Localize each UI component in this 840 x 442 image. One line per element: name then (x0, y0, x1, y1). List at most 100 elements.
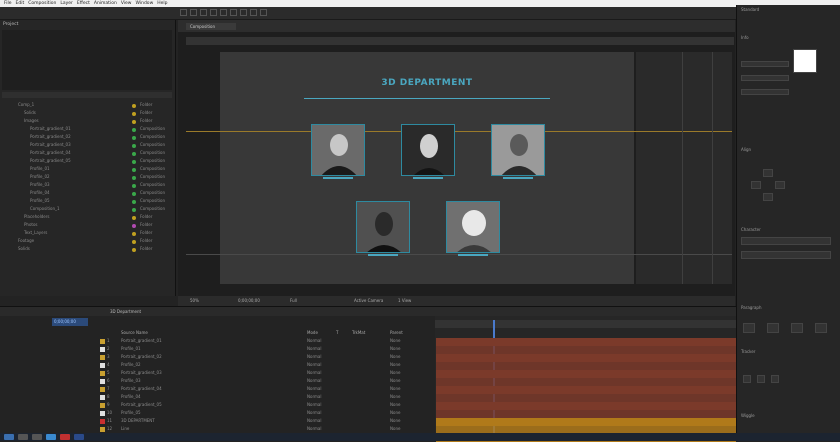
layer-mode-select[interactable]: Normal (307, 394, 321, 399)
layer-parent-select[interactable]: None (390, 370, 400, 375)
paragraph-justify-icon[interactable] (815, 323, 827, 333)
layer-name[interactable]: Portrait_gradient_03 (121, 370, 162, 375)
project-item[interactable]: Portrait_gradient_02 Composition (0, 134, 175, 141)
layer-row[interactable]: 6 Profile_03 Normal None (45, 378, 435, 386)
layer-parent-select[interactable]: None (390, 362, 400, 367)
zoom-select[interactable]: 50% (190, 298, 199, 303)
shape-tool-icon[interactable] (240, 9, 247, 16)
tab-composition[interactable]: Composition (186, 23, 236, 30)
project-item[interactable]: Profile_01 Composition (0, 166, 175, 173)
project-item[interactable]: Profile_05 Composition (0, 198, 175, 205)
layer-mode-select[interactable]: Normal (307, 378, 321, 383)
label-color-icon[interactable] (132, 144, 136, 148)
stabilize-icon[interactable] (757, 375, 765, 383)
color-swatch[interactable] (793, 49, 817, 73)
pen-tool-icon[interactable] (250, 9, 257, 16)
leading-field[interactable] (741, 89, 789, 95)
layer-label-color[interactable] (100, 339, 105, 344)
tracker-panel-label[interactable]: Tracker (741, 349, 755, 354)
layer-mode-select[interactable]: Normal (307, 362, 321, 367)
selection-tool-icon[interactable] (180, 9, 187, 16)
layer-label-color[interactable] (100, 427, 105, 432)
text-tool-icon[interactable] (260, 9, 267, 16)
start-icon[interactable] (4, 434, 14, 440)
project-item[interactable]: Portrait_gradient_01 Composition (0, 126, 175, 133)
project-item[interactable]: Comp_1 Folder (0, 102, 175, 109)
label-color-icon[interactable] (132, 208, 136, 212)
label-color-icon[interactable] (132, 160, 136, 164)
layer-row[interactable]: 3 Portrait_gradient_02 Normal None (45, 354, 435, 362)
project-item[interactable]: Portrait_gradient_04 Composition (0, 150, 175, 157)
label-color-icon[interactable] (132, 200, 136, 204)
menu-edit[interactable]: Edit (16, 1, 25, 6)
project-item[interactable]: Footage Folder (0, 238, 175, 245)
menu-view[interactable]: View (121, 1, 132, 6)
hand-tool-icon[interactable] (190, 9, 197, 16)
guide-vertical[interactable] (712, 52, 713, 284)
rotate-tool-icon[interactable] (210, 9, 217, 16)
layer-mode-select[interactable]: Normal (307, 418, 321, 423)
font-size-field[interactable] (741, 61, 789, 67)
layer-mode-select[interactable]: Normal (307, 346, 321, 351)
layer-label-color[interactable] (100, 347, 105, 352)
menu-composition[interactable]: Composition (28, 1, 56, 6)
layer-parent-select[interactable]: None (390, 354, 400, 359)
layer-label-color[interactable] (100, 363, 105, 368)
project-item[interactable]: Profile_04 Composition (0, 190, 175, 197)
layer-mode-select[interactable]: Normal (307, 370, 321, 375)
label-color-icon[interactable] (132, 136, 136, 140)
project-item[interactable]: Images Folder (0, 118, 175, 125)
layer-label-color[interactable] (100, 403, 105, 408)
layer-label-color[interactable] (100, 371, 105, 376)
label-color-icon[interactable] (132, 216, 136, 220)
current-time-display[interactable]: 0;00;00;00 (238, 298, 260, 303)
character-panel-label[interactable]: Character (741, 227, 761, 232)
column-mode[interactable]: Mode (307, 330, 318, 335)
layer-duration-bar[interactable] (436, 402, 736, 410)
layer-label-color[interactable] (100, 387, 105, 392)
portrait-photo-3[interactable] (491, 124, 545, 176)
portrait-photo-1[interactable] (311, 124, 365, 176)
layer-parent-select[interactable]: None (390, 394, 400, 399)
layer-duration-bar[interactable] (436, 418, 736, 426)
tracking-field[interactable] (741, 75, 789, 81)
layer-parent-select[interactable]: None (390, 386, 400, 391)
layer-parent-select[interactable]: None (390, 346, 400, 351)
layer-duration-bar[interactable] (436, 370, 736, 378)
layer-row[interactable]: 4 Profile_02 Normal None (45, 362, 435, 370)
tab-timeline[interactable]: 3D Department (110, 309, 141, 314)
column-parent[interactable]: Parent (390, 330, 403, 335)
layer-mode-select[interactable]: Normal (307, 386, 321, 391)
wiggle-panel-label[interactable]: Wiggle (741, 413, 755, 418)
project-item[interactable]: Portrait_gradient_03 Composition (0, 142, 175, 149)
label-color-icon[interactable] (132, 176, 136, 180)
label-color-icon[interactable] (132, 224, 136, 228)
project-item[interactable]: Placeholders Folder (0, 214, 175, 221)
layer-label-color[interactable] (100, 379, 105, 384)
camera-view-select[interactable]: Active Camera (354, 298, 383, 303)
column-source-name[interactable]: Source Name (121, 330, 148, 335)
layer-name[interactable]: Profile_02 (121, 362, 141, 367)
layer-row[interactable]: 9 Portrait_gradient_05 Normal None (45, 402, 435, 410)
label-color-icon[interactable] (132, 104, 136, 108)
label-color-icon[interactable] (132, 152, 136, 156)
layer-row[interactable]: 10 Profile_05 Normal None (45, 410, 435, 418)
zoom-tool-icon[interactable] (200, 9, 207, 16)
layer-name[interactable]: Profile_03 (121, 378, 141, 383)
project-item[interactable]: Profile_03 Composition (0, 182, 175, 189)
layer-name[interactable]: Line (121, 426, 129, 431)
project-item[interactable]: Solids Folder (0, 246, 175, 253)
project-search-input[interactable] (2, 92, 172, 98)
layer-label-color[interactable] (100, 411, 105, 416)
layer-name[interactable]: Profile_04 (121, 394, 141, 399)
font-family-select[interactable] (741, 237, 831, 245)
layer-parent-select[interactable]: None (390, 338, 400, 343)
layer-name[interactable]: Portrait_gradient_05 (121, 402, 162, 407)
layer-row[interactable]: 11 3D DEPARTMENT Normal None (45, 418, 435, 426)
column-t[interactable]: T (336, 330, 338, 335)
layer-duration-bar[interactable] (436, 386, 736, 394)
workspace-label[interactable]: Standard (741, 7, 759, 12)
column-trkmat[interactable]: TrkMat (352, 330, 365, 335)
portrait-photo-5[interactable] (446, 201, 500, 253)
layer-duration-bar[interactable] (436, 410, 736, 418)
